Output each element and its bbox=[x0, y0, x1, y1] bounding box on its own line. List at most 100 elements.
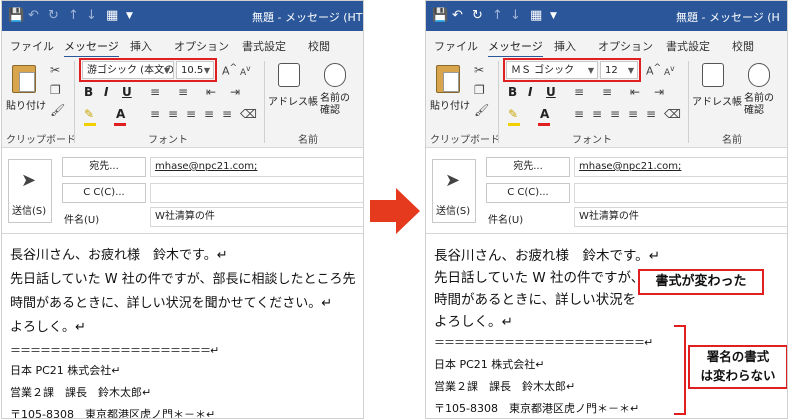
bold-icon[interactable]: B bbox=[84, 85, 93, 99]
tab-review[interactable]: 校閲 bbox=[732, 38, 754, 54]
compose-header: ➤ 送信(S) 宛先... mhase@npc21.com; C C(C)...… bbox=[2, 149, 363, 231]
subject-field[interactable]: W社清算の件 bbox=[150, 207, 363, 227]
up-arrow-icon[interactable]: ↑ bbox=[492, 9, 503, 23]
check-names-label[interactable]: 名前の 確認 bbox=[320, 93, 350, 117]
numbering-icon[interactable]: ≡ bbox=[602, 85, 612, 99]
address-book-label[interactable]: アドレス帳 bbox=[692, 93, 742, 108]
text-clear-icon[interactable]: ⌫ bbox=[664, 107, 681, 121]
send-icon: ➤ bbox=[21, 170, 37, 191]
bullets-icon[interactable]: ≡ bbox=[574, 85, 584, 99]
font-color-icon[interactable]: A bbox=[540, 107, 549, 121]
address-book-icon[interactable] bbox=[278, 63, 300, 87]
tab-message[interactable]: メッセージ bbox=[488, 38, 543, 58]
shrink-font-icon[interactable]: Av bbox=[240, 64, 251, 78]
highlight-color-icon[interactable]: ✎ bbox=[508, 107, 518, 121]
send-button[interactable]: ➤ 送信(S) bbox=[8, 159, 52, 223]
window-title: 無題 - メッセージ (H bbox=[676, 11, 780, 24]
template-icon[interactable]: ▦ bbox=[530, 9, 542, 23]
body-line: 長谷川さん、お疲れ様 鈴木です。↵ bbox=[434, 248, 660, 264]
subject-label: 件名(U) bbox=[64, 215, 100, 226]
redo-icon[interactable]: ↻ bbox=[48, 9, 59, 23]
paste-button-label[interactable]: 貼り付け bbox=[6, 97, 46, 112]
down-arrow-icon[interactable]: ↓ bbox=[86, 9, 97, 23]
window-title: 無題 - メッセージ (HT bbox=[252, 11, 363, 24]
to-button[interactable]: 宛先... bbox=[486, 157, 570, 177]
shrink-font-icon[interactable]: Av bbox=[664, 64, 675, 78]
clipboard-group-label: クリップボード bbox=[6, 135, 76, 146]
grow-font-icon[interactable]: A^ bbox=[646, 62, 661, 78]
italic-icon[interactable]: I bbox=[104, 85, 108, 99]
tab-options[interactable]: オプション bbox=[598, 38, 653, 54]
message-body[interactable]: 長谷川さん、お疲れ様 鈴木です。↵ 先日話していた W 社の件ですが、 時間があ… bbox=[426, 233, 787, 418]
bullets-icon[interactable]: ≡ bbox=[150, 85, 160, 99]
tab-format-text[interactable]: 書式設定 bbox=[666, 38, 710, 54]
down-arrow-icon[interactable]: ↓ bbox=[510, 9, 521, 23]
tab-insert[interactable]: 挿入 bbox=[130, 38, 152, 54]
save-icon[interactable]: 💾 bbox=[432, 9, 448, 23]
tab-format-text[interactable]: 書式設定 bbox=[242, 38, 286, 54]
bold-icon[interactable]: B bbox=[508, 85, 517, 99]
tab-options[interactable]: オプション bbox=[174, 38, 229, 54]
cc-field[interactable] bbox=[150, 183, 363, 203]
paste-icon[interactable] bbox=[436, 65, 460, 93]
undo-icon[interactable]: ↶ bbox=[28, 9, 39, 23]
align-left-icon[interactable]: ≡ bbox=[574, 107, 584, 121]
check-names-icon[interactable] bbox=[324, 63, 346, 87]
align-center-icon[interactable]: ≡ bbox=[168, 107, 178, 121]
paste-button-label[interactable]: 貼り付け bbox=[430, 97, 470, 112]
font-group-label: フォント bbox=[148, 135, 188, 146]
cut-icon[interactable]: ✂ bbox=[474, 63, 484, 77]
clear-format-icon[interactable]: ≡ bbox=[646, 107, 656, 121]
numbering-icon[interactable]: ≡ bbox=[178, 85, 188, 99]
align-left-icon[interactable]: ≡ bbox=[150, 107, 160, 121]
tab-insert[interactable]: 挿入 bbox=[554, 38, 576, 54]
subject-field[interactable]: W社清算の件 bbox=[574, 207, 787, 227]
to-field[interactable]: mhase@npc21.com; bbox=[574, 157, 787, 177]
address-book-icon[interactable] bbox=[702, 63, 724, 87]
font-color-icon[interactable]: A bbox=[116, 107, 125, 121]
check-names-icon[interactable] bbox=[748, 63, 770, 87]
send-button[interactable]: ➤ 送信(S) bbox=[432, 159, 476, 223]
template-icon[interactable]: ▦ bbox=[106, 9, 118, 23]
increase-indent-icon[interactable]: ⇥ bbox=[230, 85, 240, 99]
underline-icon[interactable]: U bbox=[546, 85, 556, 99]
save-icon[interactable]: 💾 bbox=[8, 9, 24, 23]
decrease-indent-icon[interactable]: ⇤ bbox=[630, 85, 640, 99]
qat-dropdown-icon[interactable]: ▼ bbox=[550, 9, 557, 23]
tab-file[interactable]: ファイル bbox=[434, 38, 478, 54]
align-right-icon[interactable]: ≡ bbox=[186, 107, 196, 121]
undo-icon[interactable]: ↶ bbox=[452, 9, 463, 23]
italic-icon[interactable]: I bbox=[528, 85, 532, 99]
cc-field[interactable] bbox=[574, 183, 787, 203]
copy-icon[interactable]: ❐ bbox=[474, 83, 485, 97]
cc-button[interactable]: C C(C)... bbox=[62, 183, 146, 203]
tab-file[interactable]: ファイル bbox=[10, 38, 54, 54]
cc-button[interactable]: C C(C)... bbox=[486, 183, 570, 203]
up-arrow-icon[interactable]: ↑ bbox=[68, 9, 79, 23]
decrease-indent-icon[interactable]: ⇤ bbox=[206, 85, 216, 99]
justify-icon[interactable]: ≡ bbox=[204, 107, 214, 121]
copy-icon[interactable]: ❐ bbox=[50, 83, 61, 97]
to-field[interactable]: mhase@npc21.com; bbox=[150, 157, 363, 177]
paste-icon[interactable] bbox=[12, 65, 36, 93]
grow-font-icon[interactable]: A^ bbox=[222, 62, 237, 78]
address-book-label[interactable]: アドレス帳 bbox=[268, 93, 318, 108]
cut-icon[interactable]: ✂ bbox=[50, 63, 60, 77]
text-clear-icon[interactable]: ⌫ bbox=[240, 107, 257, 121]
clear-format-icon[interactable]: ≡ bbox=[222, 107, 232, 121]
increase-indent-icon[interactable]: ⇥ bbox=[654, 85, 664, 99]
tab-review[interactable]: 校閲 bbox=[308, 38, 330, 54]
to-button[interactable]: 宛先... bbox=[62, 157, 146, 177]
justify-icon[interactable]: ≡ bbox=[628, 107, 638, 121]
align-right-icon[interactable]: ≡ bbox=[610, 107, 620, 121]
align-center-icon[interactable]: ≡ bbox=[592, 107, 602, 121]
redo-icon[interactable]: ↻ bbox=[472, 9, 483, 23]
qat-dropdown-icon[interactable]: ▼ bbox=[126, 9, 133, 23]
format-painter-icon[interactable]: 🖌 bbox=[50, 103, 65, 117]
underline-icon[interactable]: U bbox=[122, 85, 132, 99]
message-body[interactable]: 長谷川さん、お疲れ様 鈴木です。↵ 先日話していた W 社の件ですが、部長に相談… bbox=[2, 233, 363, 418]
tab-message[interactable]: メッセージ bbox=[64, 38, 119, 58]
check-names-label[interactable]: 名前の 確認 bbox=[744, 93, 774, 117]
highlight-color-icon[interactable]: ✎ bbox=[84, 107, 94, 121]
format-painter-icon[interactable]: 🖌 bbox=[474, 103, 489, 117]
